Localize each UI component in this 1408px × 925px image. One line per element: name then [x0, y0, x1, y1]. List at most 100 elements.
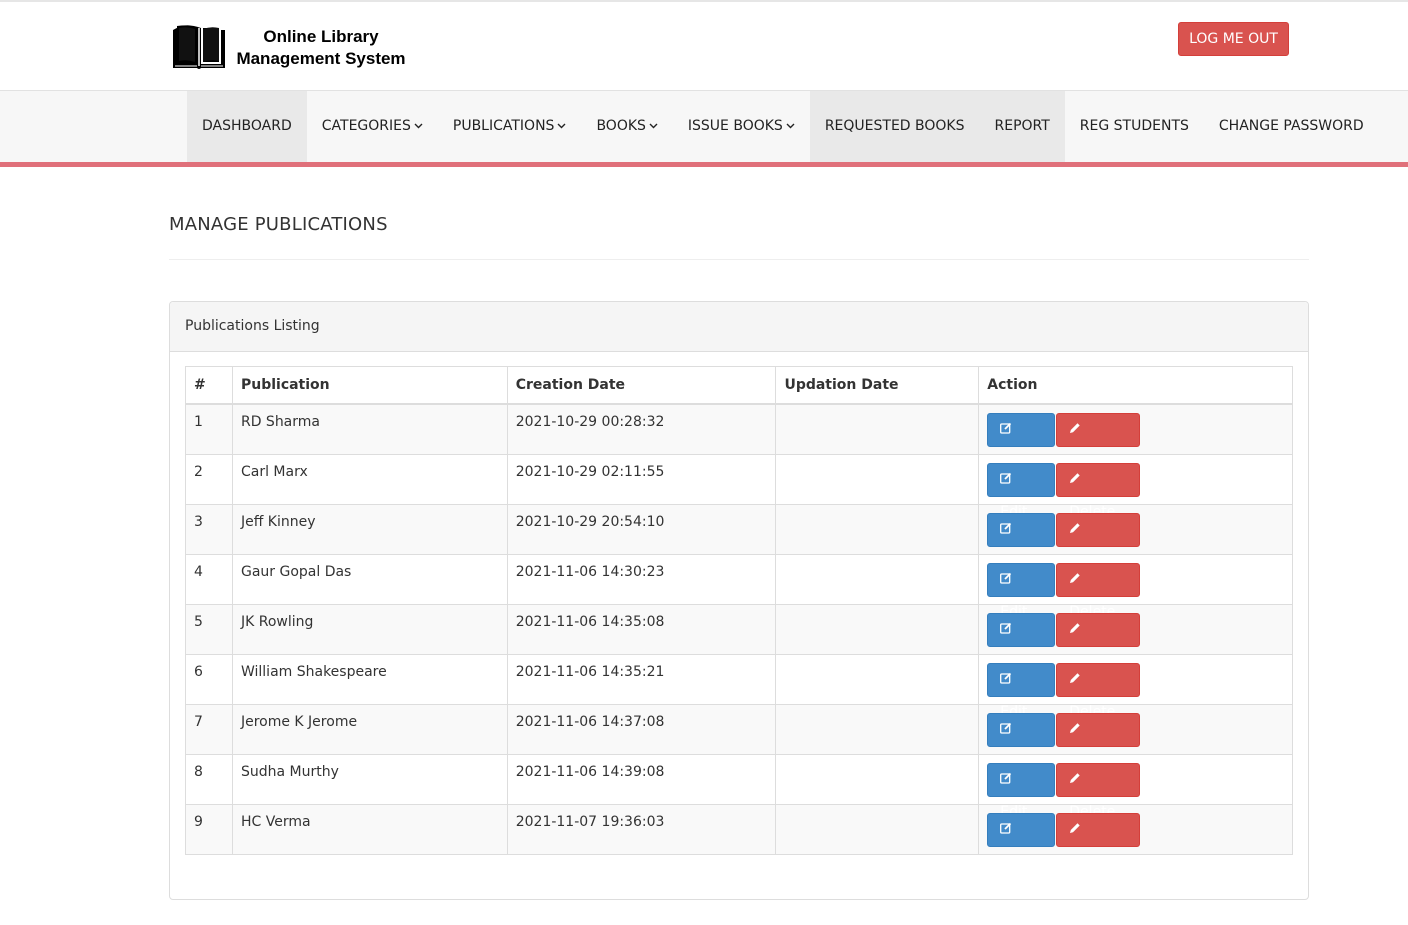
row-number: 1: [185, 403, 233, 455]
nav-item-label: CHANGE PASSWORD: [1218, 118, 1364, 134]
edit-button[interactable]: Edit: [987, 712, 1056, 770]
nav-item-change-password[interactable]: CHANGE PASSWORD: [1204, 91, 1379, 162]
creation-date: 2021-11-06 14:37:08: [506, 703, 777, 755]
table-row: 8 Sudha Murthy 2021-11-06 14:39:08 Edit Dele…: [185, 753, 1293, 820]
nav-item-label: CATEGORIES: [321, 118, 411, 134]
column-header-action: Action: [978, 366, 1293, 405]
creation-date: 2021-11-06 14:35:21: [506, 653, 777, 705]
edit-button[interactable]: Edit: [987, 612, 1056, 670]
pencil-icon: [1069, 423, 1081, 437]
edit-button[interactable]: Edit: [987, 413, 1056, 470]
row-number: 2: [185, 453, 233, 505]
publication-name: RD Sharma: [231, 403, 508, 455]
nav-item-label: REPORT: [994, 118, 1050, 134]
creation-date: 2021-10-29 20:54:10: [506, 503, 777, 555]
table-body: 1RD Sharma2021-10-29 00:28:32EditDelete2…: [185, 403, 1293, 870]
row-number: 8: [185, 753, 233, 805]
logo-text: Online Library Management System: [235, 26, 407, 70]
delete-button[interactable]: Delete: [1056, 662, 1141, 720]
row-number: 3: [185, 503, 233, 555]
header: Online Library Management System LOG ME …: [0, 2, 1408, 90]
table-row: 6 William Shakespeare 2021-11-06 14:35:21 E…: [185, 653, 1293, 720]
creation-date: 2021-11-06 14:39:08: [506, 753, 777, 805]
edit-button[interactable]: Edit: [987, 762, 1056, 820]
logout-button[interactable]: LOG ME OUT: [1178, 22, 1289, 56]
nav-menu: DASHBOARD CATEGORIES PUBLICATIONS BOOKS ISSU…: [187, 91, 1379, 162]
row-number: 6: [185, 653, 233, 705]
page-title: MANAGE PUBLICATIONS: [169, 214, 388, 235]
edit-icon: [1000, 422, 1012, 437]
edit-icon: [1000, 772, 1012, 787]
nav-item-label: DASHBOARD: [202, 118, 292, 134]
creation-date: 2021-10-29 02:11:55: [506, 453, 777, 505]
delete-button[interactable]: Delete: [1056, 712, 1141, 770]
pencil-icon: [1069, 772, 1081, 787]
edit-button[interactable]: Edit: [987, 512, 1056, 570]
nav-item-reg-students[interactable]: REG STUDENTS: [1065, 91, 1204, 162]
nav-item-requested-books[interactable]: REQUESTED BOOKS: [809, 91, 980, 162]
creation-date: 2021-10-29 00:28:32: [506, 403, 777, 455]
delete-button[interactable]: Delete: [1056, 762, 1141, 820]
chevron-down-icon: [557, 121, 566, 132]
creation-date: 2021-11-06 14:35:08: [506, 603, 777, 655]
chevron-down-icon: [649, 121, 658, 132]
publication-name: Jeff Kinney: [231, 503, 508, 555]
delete-button[interactable]: Delete: [1056, 512, 1141, 570]
pencil-icon: [1069, 572, 1081, 587]
updation-date: [775, 653, 980, 705]
nav-item-label: ISSUE BOOKS: [687, 118, 783, 134]
table-row: 9 HC Verma 2021-11-07 19:36:03 Edit Delete: [185, 803, 1293, 870]
edit-button[interactable]: Edit: [987, 462, 1056, 520]
nav-item-dashboard[interactable]: DASHBOARD: [187, 91, 307, 162]
nav-item-categories[interactable]: CATEGORIES: [307, 91, 438, 162]
delete-button[interactable]: Delete: [1056, 812, 1141, 870]
nav-item-issue-books[interactable]: ISSUE BOOKS: [673, 91, 810, 162]
main-nav: DASHBOARD CATEGORIES PUBLICATIONS BOOKS ISSU…: [0, 90, 1408, 167]
delete-button[interactable]: Delete: [1056, 612, 1141, 670]
edit-button[interactable]: Edit: [987, 562, 1056, 620]
delete-label: Delete: [1069, 853, 1116, 870]
table-row: 7 Jerome K Jerome 2021-11-06 14:37:08 Edit D…: [185, 703, 1293, 770]
updation-date: [775, 503, 980, 555]
publication-name: Carl Marx: [231, 453, 508, 505]
nav-item-label: PUBLICATIONS: [452, 118, 555, 134]
logo-line-1: Online Library: [263, 27, 379, 46]
table-header-row: # Publication Creation Date Updation Dat…: [185, 366, 1293, 405]
delete-button[interactable]: Delete: [1056, 413, 1141, 470]
panel-heading: Publications Listing: [170, 302, 1308, 352]
updation-date: [775, 603, 980, 655]
row-number: 7: [185, 703, 233, 755]
open-book-icon: [173, 25, 225, 69]
nav-item-books[interactable]: BOOKS: [581, 91, 672, 162]
nav-item-publications[interactable]: PUBLICATIONS: [438, 91, 582, 162]
row-number: 5: [185, 603, 233, 655]
table-row: 3 Jeff Kinney 2021-10-29 20:54:10 Edit Delet…: [185, 503, 1293, 570]
edit-button[interactable]: Edit: [987, 812, 1056, 870]
logo[interactable]: Online Library Management System: [171, 22, 407, 74]
publication-name: William Shakespeare: [231, 653, 508, 705]
updation-date: [775, 553, 980, 605]
updation-date: [775, 703, 980, 755]
edit-icon: [1000, 622, 1012, 637]
pencil-icon: [1069, 522, 1081, 537]
edit-icon: [1000, 722, 1012, 737]
row-number: 9: [185, 803, 233, 855]
pencil-icon: [1069, 722, 1081, 737]
edit-icon: [1000, 472, 1012, 487]
edit-label: Edit: [1000, 853, 1028, 870]
publication-name: Sudha Murthy: [231, 753, 508, 805]
publications-panel: Publications Listing # Publication Creat…: [169, 301, 1309, 900]
delete-button[interactable]: Delete: [1056, 462, 1141, 520]
row-actions: EditDelete: [978, 403, 1293, 470]
delete-button[interactable]: Delete: [1056, 562, 1141, 620]
edit-icon: [1000, 672, 1012, 687]
pencil-icon: [1069, 622, 1081, 637]
column-header-updation-date: Updation Date: [775, 366, 980, 405]
updation-date: [775, 453, 980, 505]
table-row: 4 Gaur Gopal Das 2021-11-06 14:30:23 Edit De…: [185, 553, 1293, 620]
nav-item-report[interactable]: REPORT: [979, 91, 1065, 162]
column-header-publication: Publication: [231, 366, 508, 405]
nav-item-label: REG STUDENTS: [1079, 118, 1189, 134]
publications-table: # Publication Creation Date Updation Dat…: [185, 366, 1293, 870]
edit-button[interactable]: Edit: [987, 662, 1056, 720]
